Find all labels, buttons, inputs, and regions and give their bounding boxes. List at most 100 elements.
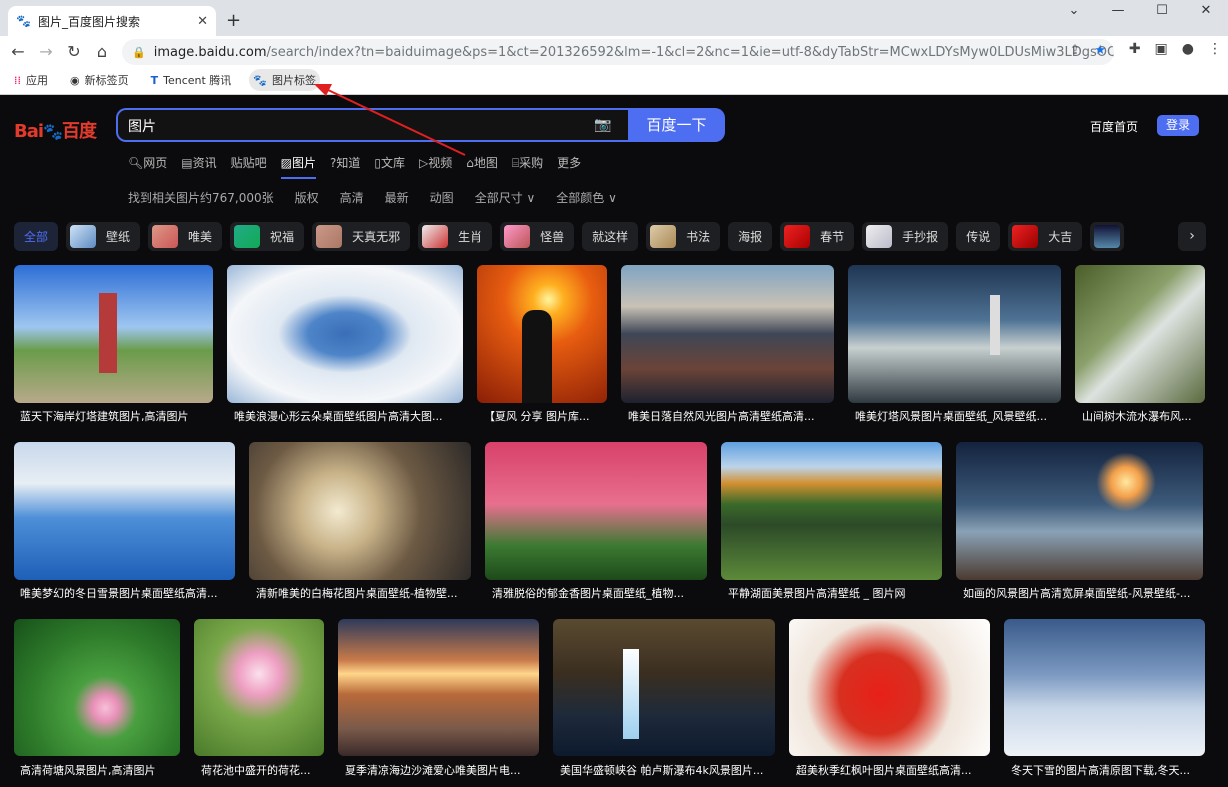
extensions-icon[interactable]: ✚ bbox=[1129, 41, 1141, 57]
camera-icon[interactable]: 📷 bbox=[594, 117, 611, 133]
search-button[interactable]: 百度一下 bbox=[628, 108, 725, 142]
result-image[interactable] bbox=[194, 619, 324, 756]
result-image[interactable] bbox=[553, 619, 775, 756]
share-icon[interactable]: ⇪ bbox=[1069, 43, 1080, 58]
bookmark-image-tag[interactable]: 🐾 图片标签 bbox=[249, 69, 321, 91]
result-image[interactable] bbox=[249, 442, 471, 580]
bookmark-star-icon[interactable]: ★ bbox=[1094, 43, 1106, 58]
tab-zhidao[interactable]: ?知道 bbox=[330, 154, 360, 179]
result-image[interactable] bbox=[477, 265, 607, 403]
chip-monster[interactable]: 怪兽 bbox=[500, 222, 575, 251]
image-caption[interactable]: 【夏风 分享 图片库... bbox=[484, 408, 604, 424]
chip-luck[interactable]: 大吉 bbox=[1008, 222, 1083, 251]
filter-animated[interactable]: 动图 bbox=[430, 189, 454, 206]
bookmark-tencent[interactable]: T Tencent 腾讯 bbox=[147, 69, 236, 91]
bookmark-apps[interactable]: ⁞⁞ 应用 bbox=[10, 69, 52, 91]
filter-color-dropdown[interactable]: 全部颜色 ∨ bbox=[556, 189, 617, 206]
chip-poster[interactable]: 海报 bbox=[728, 222, 773, 251]
result-image[interactable] bbox=[721, 442, 942, 580]
image-caption[interactable]: 山间树木流水瀑布风... bbox=[1082, 408, 1202, 424]
result-image[interactable] bbox=[621, 265, 834, 403]
chip-handwritten[interactable]: 手抄报 bbox=[862, 222, 949, 251]
image-caption[interactable]: 美国华盛顿峡谷 帕卢斯瀑布4k风景图片... bbox=[560, 762, 770, 778]
browser-tab[interactable]: 🐾 图片_百度图片搜索 ✕ bbox=[8, 6, 216, 36]
chip-justlikethis[interactable]: 就这样 bbox=[582, 222, 639, 251]
image-caption[interactable]: 荷花池中盛开的荷花... bbox=[201, 762, 321, 778]
image-caption[interactable]: 清新唯美的白梅花图片桌面壁纸-植物壁... bbox=[256, 585, 466, 601]
tab-video[interactable]: ▷视频 bbox=[419, 154, 452, 179]
back-icon[interactable]: ← bbox=[4, 42, 32, 61]
result-image[interactable] bbox=[338, 619, 539, 756]
chip-more-thumbnail[interactable] bbox=[1090, 222, 1125, 251]
chip-innocent[interactable]: 天真无邪 bbox=[312, 222, 411, 251]
result-image[interactable] bbox=[485, 442, 707, 580]
chevron-right-icon[interactable]: › bbox=[1178, 222, 1206, 251]
tab-news[interactable]: ▤资讯 bbox=[181, 154, 216, 179]
chip-zodiac[interactable]: 生肖 bbox=[418, 222, 493, 251]
image-caption[interactable]: 清雅脱俗的郁金香图片桌面壁纸_植物... bbox=[492, 585, 702, 601]
result-image[interactable] bbox=[14, 265, 213, 403]
image-caption[interactable]: 蓝天下海岸灯塔建筑图片,高清图片 bbox=[20, 408, 210, 424]
tab-web[interactable]: 🔍︎网页 bbox=[128, 154, 167, 179]
close-window-icon[interactable]: ✕ bbox=[1184, 0, 1228, 24]
chip-spring-festival[interactable]: 春节 bbox=[780, 222, 855, 251]
search-input[interactable]: 图片 bbox=[116, 108, 628, 142]
baidu-logo[interactable]: Bai🐾百度 bbox=[14, 117, 97, 143]
tab-images[interactable]: ▨图片 bbox=[280, 154, 316, 179]
result-image[interactable] bbox=[227, 265, 463, 403]
bookmark-new-tab[interactable]: ◉ 新标签页 bbox=[66, 69, 133, 91]
result-image[interactable] bbox=[1004, 619, 1205, 756]
result-image[interactable] bbox=[1075, 265, 1205, 403]
reload-icon[interactable]: ↻ bbox=[60, 42, 88, 61]
image-caption[interactable]: 唯美灯塔风景图片桌面壁纸_风景壁纸... bbox=[855, 408, 1055, 424]
globe-icon: ◉ bbox=[70, 73, 80, 87]
chip-legend[interactable]: 传说 bbox=[956, 222, 1001, 251]
tab-tieba[interactable]: 贴贴吧 bbox=[231, 154, 267, 179]
baidu-home-link[interactable]: 百度首页 bbox=[1090, 118, 1138, 135]
lock-icon[interactable]: 🔒 bbox=[132, 46, 146, 59]
image-caption[interactable]: 如画的风景图片高清宽屏桌面壁纸-风景壁纸-... bbox=[963, 585, 1198, 601]
tab-wenku[interactable]: ▯文库 bbox=[374, 154, 405, 179]
side-panel-icon[interactable]: ▣ bbox=[1155, 41, 1168, 57]
image-caption[interactable]: 平静湖面美景图片高清壁纸 _ 图片网 bbox=[728, 585, 938, 601]
tab-more[interactable]: 更多 bbox=[557, 154, 581, 179]
image-caption[interactable]: 唯美浪漫心形云朵桌面壁纸图片高清大图... bbox=[234, 408, 459, 424]
login-button[interactable]: 登录 bbox=[1157, 115, 1199, 136]
chip-all[interactable]: 全部 bbox=[14, 222, 59, 251]
chip-aesthetic[interactable]: 唯美 bbox=[148, 222, 223, 251]
filter-size-dropdown[interactable]: 全部尺寸 ∨ bbox=[475, 189, 536, 206]
home-icon[interactable]: ⌂ bbox=[88, 42, 116, 61]
lighthouse-shape bbox=[99, 293, 117, 373]
filter-hd[interactable]: 高清 bbox=[340, 189, 364, 206]
menu-icon[interactable]: ⋮ bbox=[1208, 41, 1222, 57]
new-tab-icon[interactable]: + bbox=[226, 10, 241, 31]
close-tab-icon[interactable]: ✕ bbox=[197, 14, 208, 29]
tab-purchase[interactable]: ⌸采购 bbox=[512, 154, 543, 179]
address-bar[interactable]: 🔒 image.baidu.com/search/index?tn=baidui… bbox=[122, 39, 1114, 65]
chip-blessing[interactable]: 祝福 bbox=[230, 222, 305, 251]
result-image[interactable] bbox=[14, 442, 235, 580]
filter-copyright[interactable]: 版权 bbox=[295, 189, 319, 206]
result-image[interactable] bbox=[848, 265, 1061, 403]
chip-calligraphy[interactable]: 书法 bbox=[646, 222, 721, 251]
tab-map[interactable]: ⌂地图 bbox=[466, 154, 498, 179]
image-caption[interactable]: 冬天下雪的图片高清原图下载,冬天... bbox=[1011, 762, 1201, 778]
result-image[interactable] bbox=[956, 442, 1203, 580]
image-caption[interactable]: 唯美梦幻的冬日雪景图片桌面壁纸高清... bbox=[20, 585, 230, 601]
minimize-icon[interactable]: — bbox=[1096, 0, 1140, 24]
image-caption[interactable]: 夏季清凉海边沙滩爱心唯美图片电... bbox=[345, 762, 535, 778]
image-caption[interactable]: 超美秋季红枫叶图片桌面壁纸高清... bbox=[796, 762, 986, 778]
extension-area: ✚ ▣ ● ⋮ bbox=[1129, 41, 1222, 57]
profile-icon[interactable]: ● bbox=[1182, 41, 1194, 57]
maximize-icon[interactable]: ☐ bbox=[1140, 0, 1184, 24]
filter-latest[interactable]: 最新 bbox=[385, 189, 409, 206]
tab-search-icon[interactable]: ⌄ bbox=[1052, 0, 1096, 24]
result-image[interactable] bbox=[14, 619, 180, 756]
forward-icon[interactable]: → bbox=[32, 42, 60, 61]
result-image[interactable] bbox=[789, 619, 990, 756]
chip-thumbnail bbox=[234, 225, 261, 248]
image-caption[interactable]: 高清荷塘风景图片,高清图片 bbox=[20, 762, 180, 778]
baidu-image-page: Bai🐾百度 图片 📷 百度一下 百度首页 登录 🔍︎网页 ▤资讯 贴贴吧 ▨图… bbox=[0, 95, 1228, 787]
chip-wallpaper[interactable]: 壁纸 bbox=[66, 222, 141, 251]
image-caption[interactable]: 唯美日落自然风光图片高清壁纸高清... bbox=[628, 408, 828, 424]
